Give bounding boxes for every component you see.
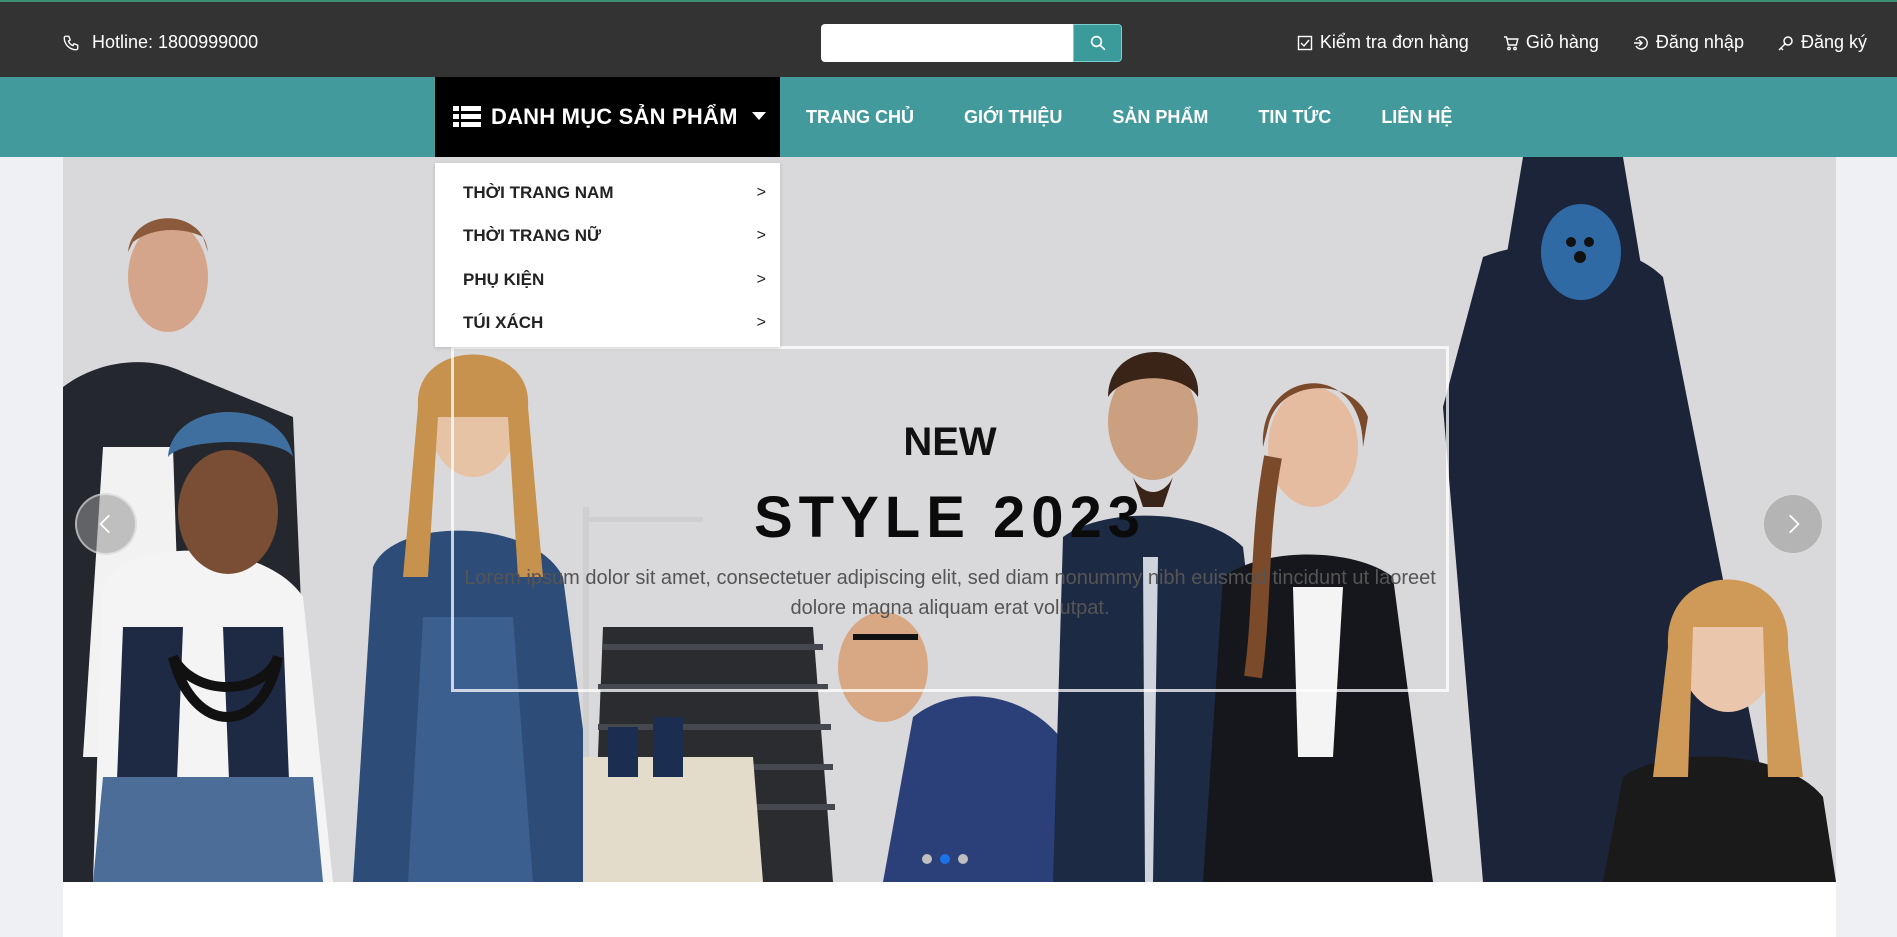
hotline: Hotline: 1800999000 [62,32,258,53]
chevron-right-icon: > [756,314,766,332]
category-item-bags[interactable]: TÚI XÁCH > [435,302,780,346]
chevron-right-icon [1789,514,1800,534]
caret-down-icon [752,112,766,120]
nav-contact[interactable]: LIÊN HỆ [1381,107,1452,128]
account-links: Kiểm tra đơn hàng Giỏ hàng Đăng nhập Đăn… [1297,32,1867,53]
slider-dot[interactable] [958,854,968,864]
login-icon [1633,35,1648,50]
main-nav: DANH MỤC SẢN PHẨM TRANG CHỦ GIỚI THIỆU S… [0,77,1897,157]
search-button[interactable] [1073,24,1122,62]
hotline-text: Hotline: 1800999000 [92,32,259,52]
category-item-men[interactable]: THỜI TRANG NAM > [435,171,780,215]
category-item-label: TÚI XÁCH [463,313,544,333]
search-form [821,24,1122,62]
check-order-label: Kiểm tra đơn hàng [1319,32,1469,52]
cart-label: Giỏ hàng [1525,32,1599,52]
category-item-accessories[interactable]: PHỤ KIỆN > [435,258,780,302]
banner-description: Lorem ipsum dolor sit amet, consectetuer… [464,567,1436,619]
category-item-label: PHỤ KIỆN [463,269,545,289]
category-menu-button[interactable]: DANH MỤC SẢN PHẨM [435,77,780,157]
register-link[interactable]: Đăng ký [1778,32,1867,53]
register-label: Đăng ký [1800,32,1867,52]
cart-link[interactable]: Giỏ hàng [1503,32,1599,53]
search-icon [1090,35,1105,51]
category-item-women[interactable]: THỜI TRANG NỮ > [435,215,780,259]
chevron-left-icon [99,514,110,534]
checkbox-icon [1297,35,1313,50]
list-icon [453,106,481,127]
nav-news[interactable]: TIN TỨC [1258,107,1331,128]
category-menu-label: DANH MỤC SẢN PHẨM [491,104,738,129]
chevron-right-icon: > [756,227,766,245]
category-item-label: THỜI TRANG NỮ [463,226,602,246]
nav-home[interactable]: TRANG CHỦ [806,107,914,128]
nav-links: TRANG CHỦ GIỚI THIỆU SẢN PHẨM TIN TỨC LI… [806,77,1452,157]
login-label: Đăng nhập [1655,32,1744,52]
banner-title-small: NEW [903,420,997,464]
category-dropdown: THỜI TRANG NAM > THỜI TRANG NỮ > PHỤ KIỆ… [435,163,780,347]
nav-products[interactable]: SẢN PHẨM [1112,107,1208,128]
slider-dot[interactable] [922,854,932,864]
slider-next-button[interactable] [1762,493,1824,555]
phone-icon [63,35,79,50]
chevron-right-icon: > [756,270,766,288]
top-bar: Hotline: 1800999000 Kiểm tra đơn hàng Gi… [0,0,1897,77]
category-item-label: THỜI TRANG NAM [463,182,614,202]
slider-prev-button[interactable] [75,493,137,555]
banner-title-big: STYLE 2023 [753,485,1147,550]
slider-dots [922,854,968,864]
check-order-link[interactable]: Kiểm tra đơn hàng [1297,32,1469,53]
search-input[interactable] [821,24,1073,62]
chevron-right-icon: > [756,183,766,201]
slider-dot-active[interactable] [940,854,950,864]
key-icon [1778,35,1793,51]
nav-about[interactable]: GIỚI THIỆU [964,107,1062,128]
content-area [63,882,1836,937]
login-link[interactable]: Đăng nhập [1633,32,1744,53]
cart-icon [1503,35,1519,50]
